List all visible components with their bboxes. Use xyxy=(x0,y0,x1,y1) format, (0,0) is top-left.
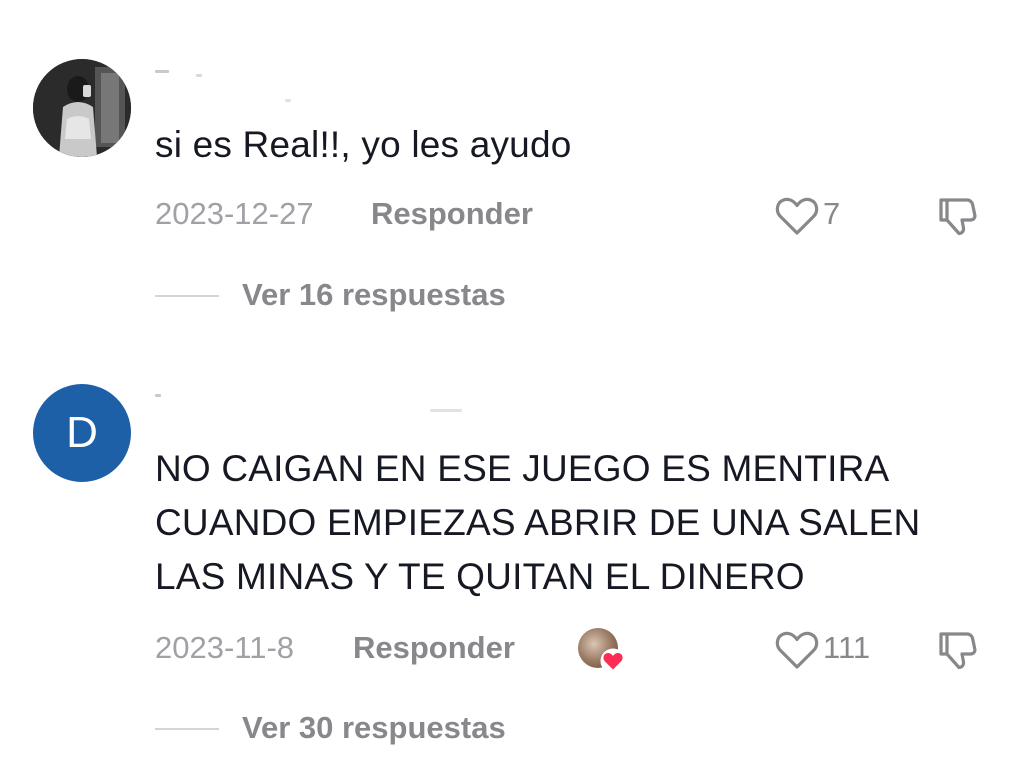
reply-button[interactable]: Responder xyxy=(371,194,533,234)
reply-button[interactable]: Responder xyxy=(353,628,515,668)
like-count: 7 xyxy=(823,196,841,231)
dislike-button[interactable] xyxy=(935,628,979,672)
comment-meta: 2023-11-8 Responder 111 xyxy=(155,628,995,674)
heart-icon xyxy=(775,631,819,669)
comment-text: si es Real!!, yo les ayudo xyxy=(155,124,572,165)
username-redacted xyxy=(155,70,169,73)
comment-date: 2023-11-8 xyxy=(155,630,295,665)
comment-text: NO CAIGAN EN ESE JUEGO ES MENTIRA CUANDO… xyxy=(155,448,921,597)
comment-item: D NO CAIGAN EN ESE JUEGO ES MENTIRA CUAN… xyxy=(0,360,1024,784)
heart-icon xyxy=(775,197,819,235)
username-redacted xyxy=(196,74,202,77)
username-redacted xyxy=(430,409,462,412)
avatar[interactable] xyxy=(33,59,131,157)
thumbs-down-icon xyxy=(939,632,977,670)
comment-item: si es Real!!, yo les ayudo 2023-12-27 Re… xyxy=(0,0,1024,360)
view-replies-label: Ver 16 respuestas xyxy=(242,277,506,312)
username-redacted xyxy=(285,99,291,102)
user-photo-icon xyxy=(33,59,131,157)
like-count: 111 xyxy=(823,630,871,665)
comment-date: 2023-12-27 xyxy=(155,196,314,231)
divider xyxy=(155,295,219,297)
username-redacted xyxy=(155,394,161,397)
comment-meta: 2023-12-27 Responder 7 xyxy=(155,194,995,236)
creator-liked-badge xyxy=(578,628,626,674)
view-replies-label: Ver 30 respuestas xyxy=(242,710,506,745)
avatar[interactable]: D xyxy=(33,384,131,482)
thumbs-down-icon xyxy=(939,198,977,236)
view-replies-button[interactable]: Ver 16 respuestas xyxy=(155,275,655,315)
dislike-button[interactable] xyxy=(935,194,979,238)
divider xyxy=(155,728,219,730)
view-replies-button[interactable]: Ver 30 respuestas xyxy=(155,708,655,748)
heart-filled-icon xyxy=(600,648,626,674)
